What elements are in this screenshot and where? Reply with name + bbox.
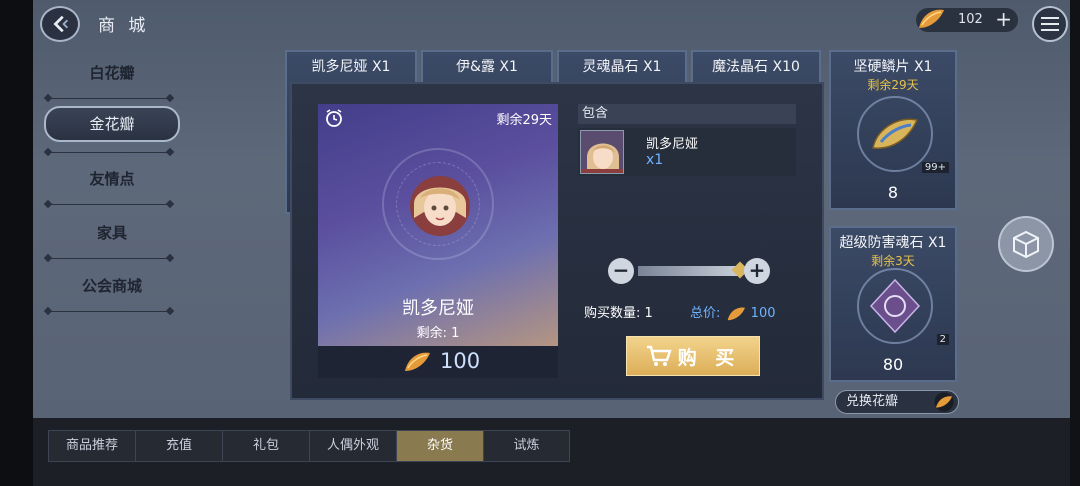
add-currency-button[interactable]: +	[995, 9, 1012, 29]
product-remaining-days: 剩余29天	[867, 78, 919, 92]
dragon-stone-icon	[869, 278, 921, 334]
category-divider	[48, 204, 170, 205]
quantity-stepper: − +	[608, 258, 770, 284]
page-title: 商 城	[98, 16, 150, 36]
category-friendship[interactable]: 友情点	[44, 168, 180, 189]
product-remaining-days: 剩余3天	[871, 254, 915, 268]
shop-tabs: 商品推荐 充值 礼包 人偶外观 杂货 试炼	[48, 430, 570, 462]
category-guild-shop[interactable]: 公会商城	[44, 275, 180, 296]
petal-icon	[919, 9, 944, 28]
content-item: 凯多尼娅 x1	[578, 128, 796, 176]
scale-icon	[872, 118, 919, 149]
tab-recharge[interactable]: 充值	[135, 430, 222, 462]
category-divider	[48, 311, 170, 312]
contents-header: 包含	[578, 104, 796, 124]
item-stock: 剩余: 1	[416, 326, 460, 341]
product-name: 伊&露 X1	[456, 59, 518, 75]
soulstone-item-icon	[857, 268, 933, 344]
currency-amount: 102	[958, 12, 983, 27]
product-name: 坚硬鳞片 X1	[853, 59, 933, 75]
scale-item-icon	[857, 96, 933, 172]
exchange-label: 兑换花瓣	[846, 394, 899, 409]
purchase-dialog: 剩余29天 凯多尼娅 剩余: 1 100 包含 凯多尼娅 x1 − + 购买数量…	[290, 82, 824, 400]
quantity-slider[interactable]	[638, 266, 740, 276]
product-card[interactable]: 坚硬鳞片 X1 剩余29天 99+ 8	[829, 50, 957, 210]
product-name: 凯多尼娅 X1	[311, 59, 391, 75]
tab-misc[interactable]: 杂货	[396, 430, 483, 462]
tab-gift-packs[interactable]: 礼包	[222, 430, 309, 462]
buy-label: 购 买	[677, 346, 741, 369]
decrease-button[interactable]: −	[608, 258, 634, 284]
product-name: 魔法晶石 X10	[712, 59, 800, 75]
petal-icon	[934, 392, 954, 412]
back-arrow-icon	[53, 15, 68, 33]
product-price: 80	[882, 355, 904, 374]
menu-line	[1041, 23, 1059, 25]
tab-doll-appearance[interactable]: 人偶外观	[309, 430, 396, 462]
content-item-quantity: x1	[646, 152, 664, 168]
tab-recommended[interactable]: 商品推荐	[48, 430, 135, 462]
purchase-quantity: 购买数量: 1	[584, 306, 653, 321]
category-gold-petal[interactable]: 金花瓣	[44, 106, 180, 142]
menu-line	[1041, 29, 1059, 31]
currency-display: 102 +	[916, 8, 1018, 32]
petal-icon	[405, 352, 430, 371]
petal-icon	[727, 307, 745, 320]
shopping-cart-icon	[646, 345, 672, 366]
character-portrait	[410, 176, 470, 236]
increase-button[interactable]: +	[744, 258, 770, 284]
remaining-days: 剩余29天	[496, 113, 552, 128]
product-card[interactable]: 超级防害魂石 X1 剩余3天 2 80	[829, 226, 957, 382]
buy-button[interactable]: 购 买	[626, 336, 760, 376]
right-edge	[1070, 0, 1080, 486]
product-price: 8	[887, 183, 899, 202]
price-bar: 100	[318, 346, 558, 378]
total-value: 100	[750, 306, 776, 321]
product-name: 超级防害魂石 X1	[839, 235, 947, 251]
back-button[interactable]	[40, 6, 80, 42]
content-item-name: 凯多尼娅	[646, 137, 699, 152]
item-preview: 剩余29天 凯多尼娅 剩余: 1 100	[318, 104, 558, 378]
stock-badge: 99+	[921, 162, 949, 173]
content-thumbnail	[580, 130, 624, 174]
exchange-petals-button[interactable]: 兑换花瓣	[835, 390, 959, 414]
left-edge	[0, 0, 33, 486]
cube-view-button[interactable]	[998, 216, 1054, 272]
item-name: 凯多尼娅	[402, 298, 474, 319]
clock-icon	[326, 109, 342, 127]
cube-icon	[1013, 230, 1039, 259]
tab-trial[interactable]: 试炼	[483, 430, 570, 462]
item-price: 100	[440, 349, 481, 373]
total-price: 总价: 100	[690, 302, 776, 323]
product-name: 灵魂晶石 X1	[582, 59, 662, 75]
category-divider	[48, 152, 170, 153]
stock-badge: 2	[936, 334, 949, 345]
total-label: 总价:	[690, 306, 721, 321]
character-portrait	[581, 131, 623, 173]
category-furniture[interactable]: 家具	[44, 222, 180, 243]
category-white-petal[interactable]: 白花瓣	[44, 62, 180, 83]
category-divider	[48, 98, 170, 99]
category-divider	[48, 258, 170, 259]
menu-button[interactable]	[1032, 6, 1068, 42]
menu-line	[1041, 17, 1059, 19]
